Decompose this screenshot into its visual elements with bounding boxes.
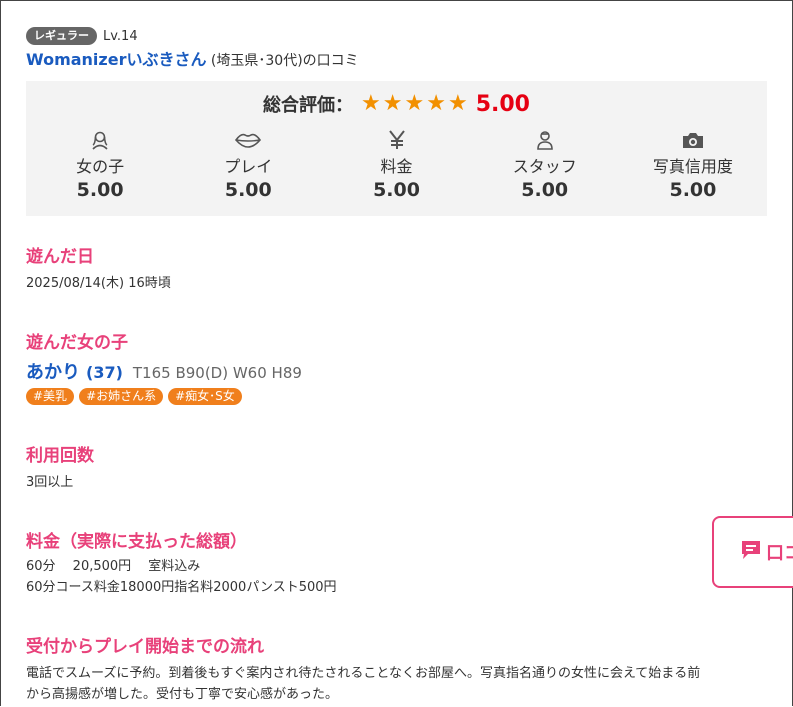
category-staff: スタッフ 5.00: [471, 129, 619, 201]
star-icon: ★: [361, 91, 381, 116]
tag-badge[interactable]: #お姉さん系: [79, 388, 164, 405]
girl-icon: [26, 129, 174, 151]
price-title: 料金（実際に支払った総額）: [26, 532, 247, 552]
category-score: 5.00: [224, 179, 272, 201]
category-score: 5.00: [521, 179, 569, 201]
tag-badge[interactable]: #痴女･S女: [168, 388, 242, 405]
girl-section-title: 遊んだ女の子: [26, 333, 128, 353]
girl-info: あかり (37) T165 B90(D) W60 H89: [26, 358, 302, 384]
category-score: 5.00: [373, 179, 420, 201]
overall-label: 総合評価：: [263, 95, 354, 116]
category-score: 5.00: [76, 179, 124, 201]
reviewer-level: Lv.14: [103, 28, 138, 44]
reviewer-badges: レギュラー Lv.14: [26, 26, 767, 46]
category-ratings: 女の子 5.00 プレイ 5.00 料金 5.00 スタッフ 5.00 写真信用…: [26, 129, 767, 201]
girl-specs: T165 B90(D) W60 H89: [132, 364, 302, 382]
category-girl: 女の子 5.00: [26, 129, 174, 201]
tag-badge[interactable]: #美乳: [26, 388, 75, 405]
flow-line-2: から高揚感が増した。受付も丁寧で安心感があった。: [26, 687, 339, 702]
category-photo: 写真信用度 5.00: [619, 129, 767, 201]
star-icon: ★: [382, 91, 403, 116]
star-icon: ★: [447, 91, 468, 116]
staff-icon: [471, 129, 619, 151]
star-icon: ★: [426, 91, 446, 116]
flow-line-1: 電話でスムーズに予約。到着後もすぐ案内され待たされることなくお部屋へ。写真指名通…: [26, 666, 701, 681]
usage-count-text: 3回以上: [26, 475, 74, 490]
review-side-tab[interactable]: 口コ: [712, 516, 793, 588]
reviewer-name-link[interactable]: Womanizerいぶきさん: [26, 50, 206, 69]
usage-count-title: 利用回数: [26, 446, 94, 466]
category-label: 女の子: [76, 157, 125, 176]
price-line-1: 60分 20,500円 室料込み: [26, 559, 201, 574]
category-score: 5.00: [669, 179, 717, 201]
regular-badge: レギュラー: [26, 27, 97, 45]
comment-icon: [740, 539, 762, 565]
flow-title: 受付からプレイ開始までの流れ: [26, 637, 264, 657]
category-label: スタッフ: [512, 157, 577, 176]
star-icon: ★: [404, 91, 425, 116]
review-header: レギュラー Lv.14 Womanizerいぶきさん (埼玉県･30代)の口コミ…: [26, 26, 767, 216]
girl-tags: #美乳 #お姉さん系 #痴女･S女: [26, 388, 242, 405]
visit-date-title: 遊んだ日: [26, 247, 94, 267]
reviewer-meta: (埼玉県･30代)の口コミ: [206, 53, 359, 69]
category-label: 写真信用度: [652, 157, 733, 176]
category-label: プレイ: [224, 157, 273, 176]
yen-icon: [322, 129, 470, 151]
side-tab-label: 口コ: [766, 543, 793, 564]
overall-score: 5.00: [475, 91, 530, 117]
lips-icon: [174, 129, 322, 151]
reviewer-line: Womanizerいぶきさん (埼玉県･30代)の口コミ: [26, 49, 767, 72]
category-play: プレイ 5.00: [174, 129, 322, 201]
visit-date-text: 2025/08/14(木) 16時頃: [26, 276, 171, 291]
rating-box: 総合評価： ★ ★ ★ ★ ★ 5.00 女の子 5.00 プレイ 5.00 料…: [26, 81, 767, 216]
category-label: 料金: [380, 157, 413, 176]
camera-icon: [619, 129, 767, 151]
category-price: 料金 5.00: [322, 129, 470, 201]
overall-stars: ★ ★ ★ ★ ★: [361, 92, 468, 116]
girl-name-link[interactable]: あかり: [26, 358, 80, 384]
price-line-2: 60分コース料金18000円指名料2000パンスト500円: [26, 580, 337, 595]
girl-age: (37): [86, 363, 123, 382]
overall-rating: 総合評価： ★ ★ ★ ★ ★ 5.00: [26, 91, 767, 117]
